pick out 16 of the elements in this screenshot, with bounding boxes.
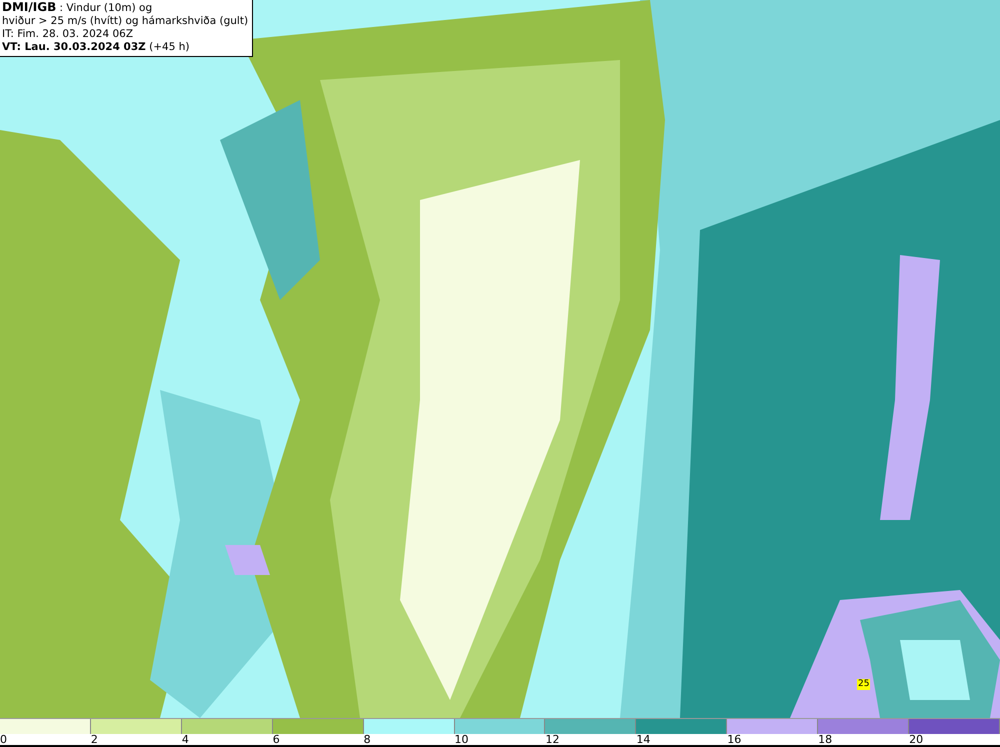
legend-tick: 8 xyxy=(364,734,371,746)
legend-tick: 12 xyxy=(545,734,560,746)
gust-marker: 25 xyxy=(857,679,870,690)
legend-tick: 6 xyxy=(272,734,280,746)
legend-tick: 10 xyxy=(454,734,469,746)
legend-tick: 14 xyxy=(636,734,650,746)
valid-time: VT: Lau. 30.03.2024 03Z (+45 h) xyxy=(2,41,190,54)
legend-tick: 18 xyxy=(818,734,832,746)
legend-tick: 20 xyxy=(909,734,924,746)
map-title: DMI/IGB : Vindur (10m) og xyxy=(2,1,154,15)
legend-tick: 4 xyxy=(182,734,189,746)
legend-tick: 2 xyxy=(90,734,98,746)
legend-tick: 0 xyxy=(0,734,7,746)
map-subtitle: hviður > 25 m/s (hvítt) og hámarkshviða (gult) xyxy=(2,15,248,28)
initial-time: IT: Fim. 28. 03. 2024 06Z xyxy=(2,28,134,41)
legend-tick: 16 xyxy=(727,734,742,746)
